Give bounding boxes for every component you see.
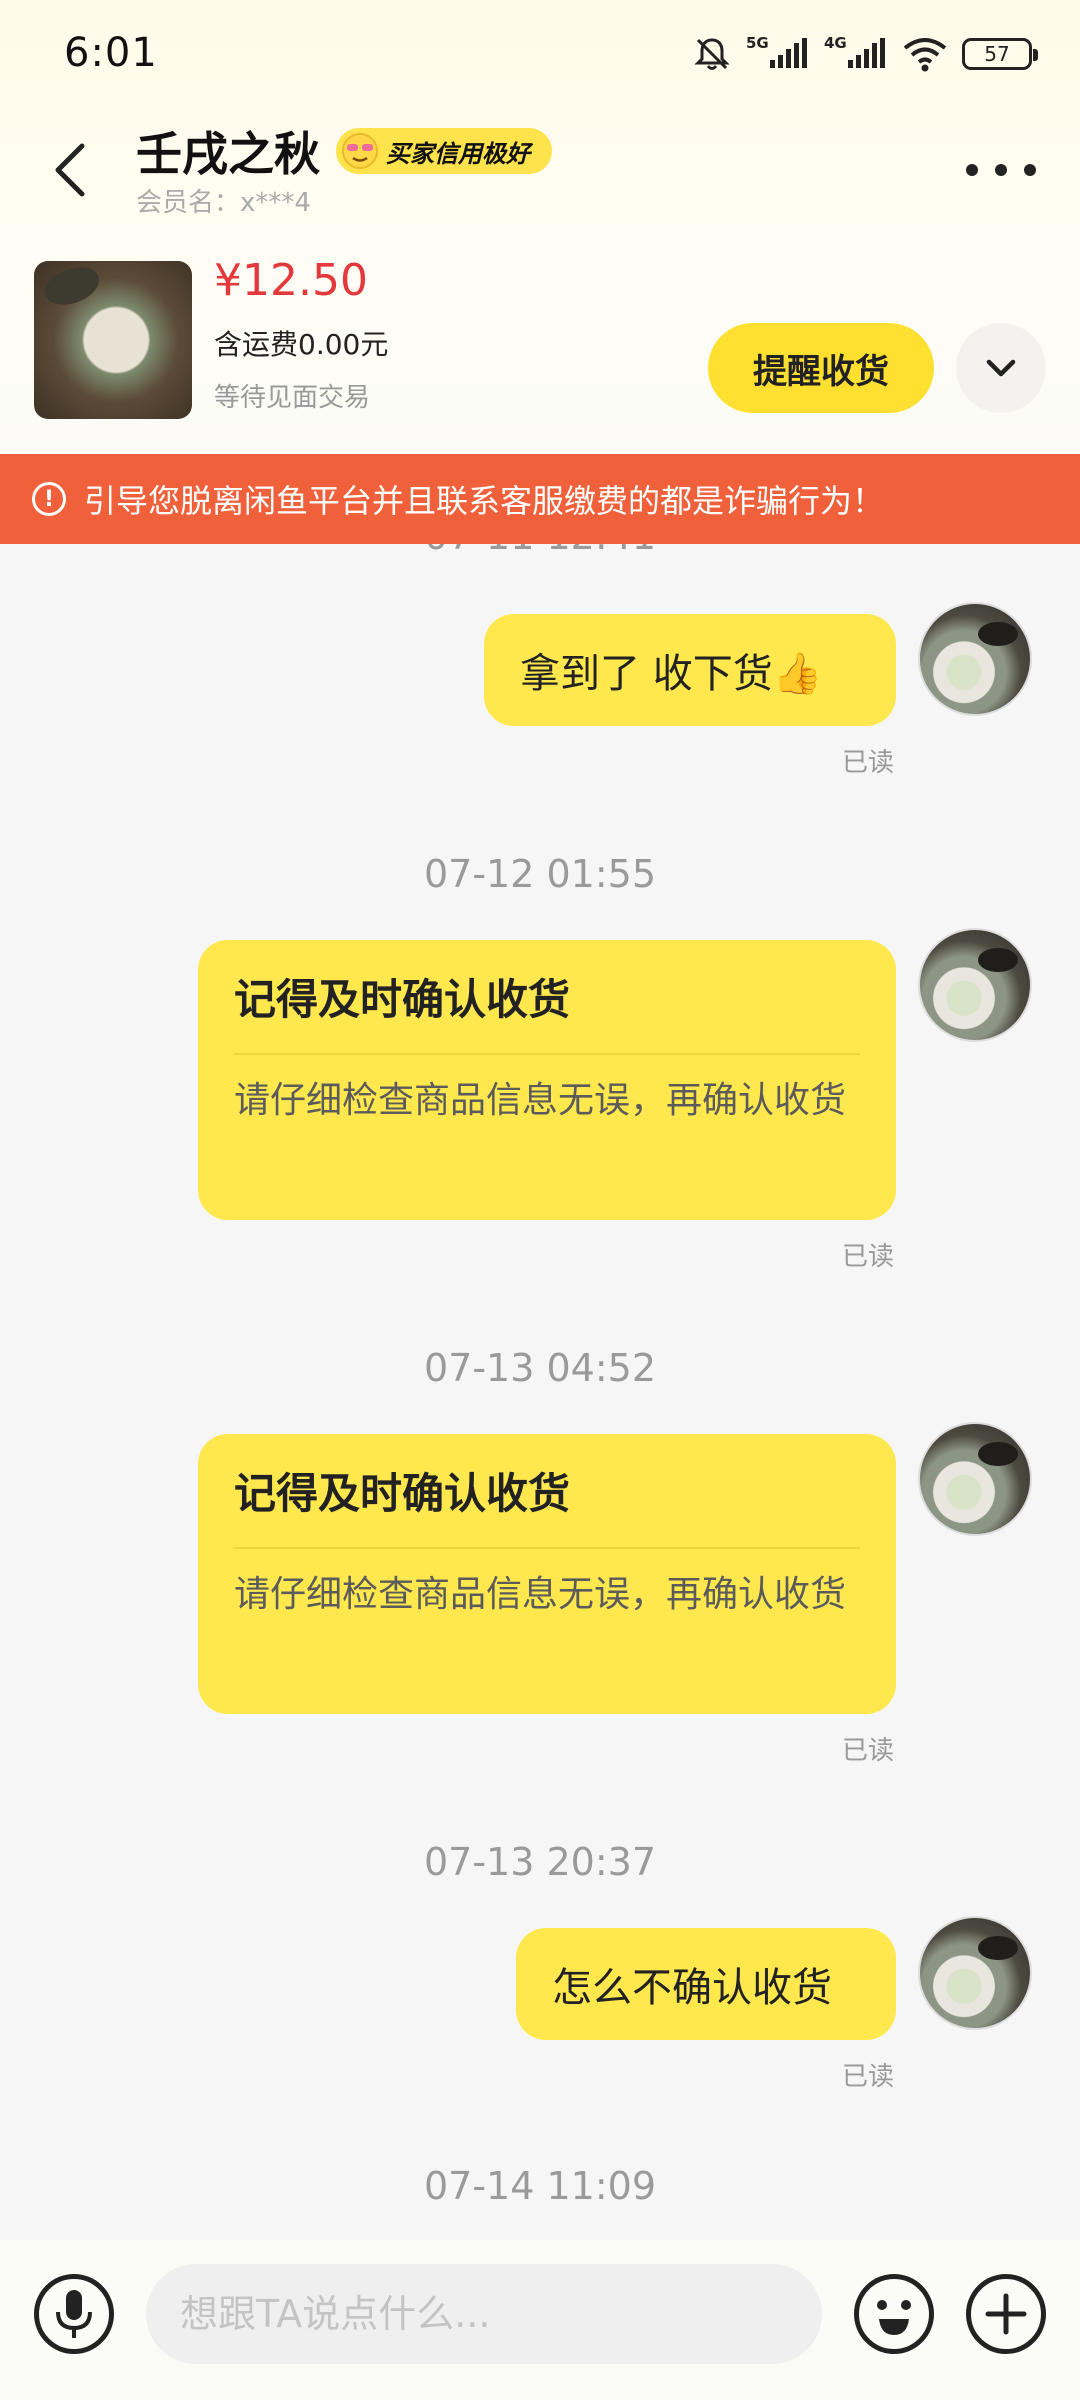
network-label-4g: 4G: [824, 34, 847, 52]
read-status: 已读: [842, 748, 895, 778]
battery-icon: 57: [962, 38, 1038, 70]
partner-nickname[interactable]: 壬戌之秋: [136, 118, 320, 184]
chevron-down-icon: [986, 359, 1016, 377]
trade-status: 等待见面交易: [214, 383, 371, 413]
signal-icon: 4G: [824, 34, 885, 68]
message-bubble[interactable]: 拿到了 收下货👍: [484, 614, 896, 726]
message-text: 怎么不确认收货: [552, 1965, 832, 2011]
message-bubble[interactable]: 怎么不确认收货: [516, 1928, 896, 2040]
status-icons: 5G 4G 57: [692, 34, 1038, 74]
card-title: 记得及时确认收货: [234, 966, 860, 1055]
back-button[interactable]: [40, 130, 100, 210]
fraud-warning-banner: ! 引导您脱离闲鱼平台并且联系客服缴费的都是诈骗行为！: [0, 454, 1080, 544]
time-divider: 07-12 01:55: [423, 852, 656, 896]
product-thumbnail[interactable]: [34, 261, 192, 419]
confirm-receipt-card[interactable]: 记得及时确认收货 请仔细检查商品信息无误，再确认收货: [198, 1434, 896, 1714]
time-divider: 07-14 11:09: [423, 2164, 656, 2208]
remind-receipt-button[interactable]: 提醒收货: [708, 323, 934, 413]
card-description: 请仔细检查商品信息无误，再确认收货: [234, 1080, 847, 1121]
read-status: 已读: [842, 2062, 895, 2092]
confirm-receipt-card[interactable]: 记得及时确认收货 请仔细检查商品信息无误，再确认收货: [198, 940, 896, 1220]
product-card[interactable]: ¥12.50 含运费0.00元 等待见面交易 提醒收货: [0, 255, 1080, 430]
more-icon: [995, 164, 1007, 176]
plus-icon: [985, 2293, 1027, 2335]
chat-header: 壬戌之秋 买家信用极好 会员名：x***4: [0, 110, 1080, 240]
avatar[interactable]: [918, 602, 1032, 716]
mute-bell-icon: [694, 38, 730, 70]
member-id: 会员名：x***4: [136, 188, 311, 218]
read-status: 已读: [842, 1242, 895, 1272]
fraud-warning-text: 引导您脱离闲鱼平台并且联系客服缴费的都是诈骗行为！: [84, 482, 885, 520]
exclamation-icon: !: [32, 482, 66, 516]
time-divider: 07-11 12:41: [0, 544, 1080, 558]
card-description: 请仔细检查商品信息无误，再确认收货: [234, 1574, 847, 1615]
product-price: ¥12.50: [214, 255, 368, 306]
card-title: 记得及时确认收货: [234, 1460, 860, 1549]
status-bar: 6:01 5G 4G 57: [0, 0, 1080, 110]
avatar[interactable]: [918, 1916, 1032, 2030]
read-status: 已读: [842, 1736, 895, 1766]
signal-icon: 5G: [746, 34, 807, 68]
network-label-5g: 5G: [746, 34, 769, 52]
emoji-button[interactable]: [854, 2274, 934, 2354]
time-divider: 07-13 20:37: [423, 1840, 656, 1884]
more-icon: [1024, 164, 1036, 176]
chat-area[interactable]: 07-11 12:41 拿到了 收下货👍 已读 07-12 01:55 记得及时…: [0, 544, 1080, 2244]
wifi-icon: [903, 38, 947, 72]
time-divider: 07-13 04:52: [423, 1346, 656, 1390]
credit-badge[interactable]: 买家信用极好: [336, 128, 552, 174]
more-icon: [966, 164, 978, 176]
microphone-icon: [56, 2290, 92, 2338]
voice-button[interactable]: [34, 2274, 114, 2354]
cool-face-icon: [342, 133, 378, 169]
expand-button[interactable]: [956, 323, 1046, 413]
input-bar: [0, 2240, 1080, 2400]
credit-badge-label: 买家信用极好: [386, 139, 530, 168]
avatar[interactable]: [918, 928, 1032, 1042]
back-arrow-icon: [55, 143, 85, 197]
emoji-icon: [877, 2300, 911, 2335]
message-input[interactable]: [146, 2264, 822, 2364]
status-time: 6:01: [64, 30, 158, 76]
more-actions-button[interactable]: [966, 2274, 1046, 2354]
more-button[interactable]: [966, 150, 1036, 190]
avatar[interactable]: [918, 1422, 1032, 1536]
message-text: 拿到了 收下货👍: [520, 651, 823, 697]
shipping-fee: 含运费0.00元: [214, 328, 389, 361]
